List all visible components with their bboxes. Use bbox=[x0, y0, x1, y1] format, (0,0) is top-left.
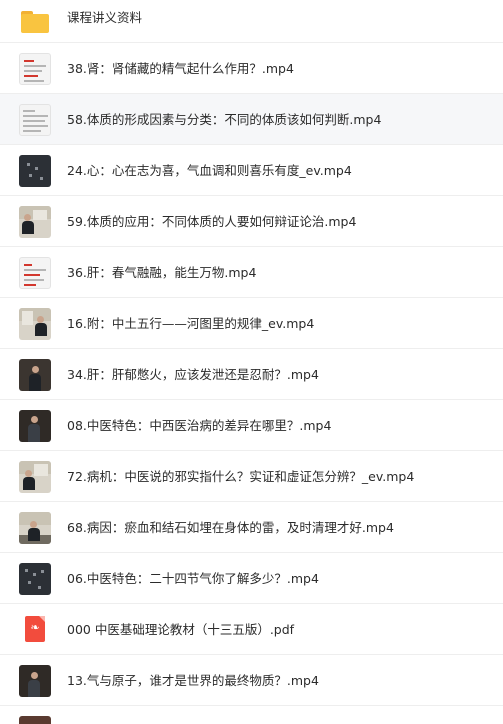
file-name: 000 中医基础理论教材（十三五版）.pdf bbox=[67, 622, 295, 637]
file-row[interactable]: 68.病因：瘀血和结石如埋在身体的雷，及时清理才好.mp4 bbox=[0, 502, 503, 553]
file-row[interactable]: 08.中医特色：中西医治病的差异在哪里？.mp4 bbox=[0, 400, 503, 451]
file-name: 72.病机：中医说的邪实指什么？实证和虚证怎分辨？_ev.mp4 bbox=[67, 469, 415, 484]
file-name: 38.肾：肾储藏的精气起什么作用？.mp4 bbox=[67, 61, 294, 76]
video-thumbnail bbox=[19, 155, 51, 187]
file-name: 68.病因：瘀血和结石如埋在身体的雷，及时清理才好.mp4 bbox=[67, 520, 394, 535]
video-thumbnail bbox=[19, 359, 51, 391]
video-thumbnail bbox=[19, 308, 51, 340]
file-name: 13.气与原子，谁才是世界的最终物质？.mp4 bbox=[67, 673, 319, 688]
video-thumbnail bbox=[19, 563, 51, 595]
video-thumbnail bbox=[19, 716, 51, 724]
file-name: 59.体质的应用：不同体质的人要如何辩证论治.mp4 bbox=[67, 214, 357, 229]
file-row[interactable]: 24.心：心在志为喜，气血调和则喜乐有度_ev.mp4 bbox=[0, 145, 503, 196]
file-row[interactable]: 38.肾：肾储藏的精气起什么作用？.mp4 bbox=[0, 43, 503, 94]
file-row[interactable]: 16.附：中土五行——河图里的规律_ev.mp4 bbox=[0, 298, 503, 349]
video-thumbnail bbox=[19, 257, 51, 289]
file-name: 课程讲义资料 bbox=[67, 10, 143, 25]
file-name: 06.中医特色：二十四节气你了解多少？.mp4 bbox=[67, 571, 319, 586]
video-thumbnail bbox=[19, 53, 51, 85]
file-name: 36.肝：春气融融，能生万物.mp4 bbox=[67, 265, 257, 280]
file-row[interactable]: 13.气与原子，谁才是世界的最终物质？.mp4 bbox=[0, 655, 503, 706]
video-thumbnail bbox=[19, 665, 51, 697]
file-row[interactable]: 58.体质的形成因素与分类：不同的体质该如何判断.mp4 bbox=[0, 94, 503, 145]
video-thumbnail bbox=[19, 206, 51, 238]
file-row[interactable]: 36.肝：春气融融，能生万物.mp4 bbox=[0, 247, 503, 298]
file-name: 08.中医特色：中西医治病的差异在哪里？.mp4 bbox=[67, 418, 332, 433]
file-name: 24.心：心在志为喜，气血调和则喜乐有度_ev.mp4 bbox=[67, 163, 352, 178]
file-row-folder[interactable]: 课程讲义资料 bbox=[0, 0, 503, 43]
file-row[interactable]: 59.体质的应用：不同体质的人要如何辩证论治.mp4 bbox=[0, 196, 503, 247]
pdf-icon: ❧ bbox=[19, 614, 51, 646]
file-name: 34.肝：肝郁憋火，应该发泄还是忍耐？.mp4 bbox=[67, 367, 319, 382]
video-thumbnail bbox=[19, 410, 51, 442]
folder-icon bbox=[19, 5, 51, 37]
file-name: 16.附：中土五行——河图里的规律_ev.mp4 bbox=[67, 316, 315, 331]
file-list: 课程讲义资料 38.肾：肾储藏的精气起什么作用？.mp4 58.体质的形成因素与… bbox=[0, 0, 503, 724]
file-name: 58.体质的形成因素与分类：不同的体质该如何判断.mp4 bbox=[67, 112, 382, 127]
file-row[interactable]: 06.中医特色：二十四节气你了解多少？.mp4 bbox=[0, 553, 503, 604]
video-thumbnail bbox=[19, 512, 51, 544]
file-row[interactable]: 72.病机：中医说的邪实指什么？实证和虚证怎分辨？_ev.mp4 bbox=[0, 451, 503, 502]
file-row[interactable] bbox=[0, 706, 503, 724]
video-thumbnail bbox=[19, 461, 51, 493]
video-thumbnail bbox=[19, 104, 51, 136]
file-row-pdf[interactable]: ❧ 000 中医基础理论教材（十三五版）.pdf bbox=[0, 604, 503, 655]
file-row[interactable]: 34.肝：肝郁憋火，应该发泄还是忍耐？.mp4 bbox=[0, 349, 503, 400]
